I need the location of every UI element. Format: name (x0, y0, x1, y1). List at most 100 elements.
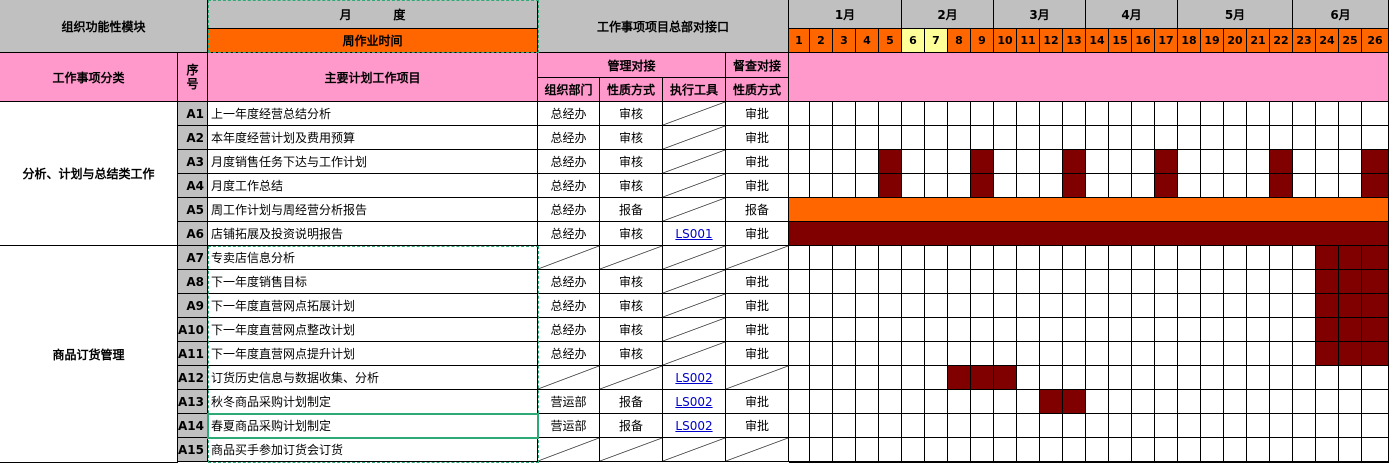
row-nature[interactable]: 报备 (600, 198, 663, 222)
gantt-cell[interactable] (994, 318, 1017, 342)
row-dept[interactable]: 总经办 (538, 174, 600, 198)
gantt-cell[interactable] (810, 102, 833, 126)
gantt-cell[interactable] (925, 246, 948, 270)
gantt-cell[interactable] (1132, 366, 1155, 390)
gantt-cell[interactable] (1155, 270, 1178, 294)
gantt-cell[interactable] (789, 342, 810, 366)
gantt-cell[interactable] (1201, 414, 1224, 438)
gantt-block[interactable] (1155, 150, 1178, 174)
gantt-cell[interactable] (1086, 150, 1109, 174)
gantt-cell[interactable] (789, 390, 810, 414)
gantt-cell[interactable] (789, 126, 810, 150)
gantt-block[interactable] (971, 366, 994, 390)
module-header[interactable]: 组织功能性模块 (0, 0, 208, 53)
gantt-block[interactable] (1339, 294, 1362, 318)
week-8-header[interactable]: 8 (948, 29, 971, 53)
week-17-header[interactable]: 17 (1155, 29, 1178, 53)
row-item[interactable]: 商品买手参加订货会订货 (208, 438, 538, 462)
gantt-cell[interactable] (1063, 270, 1086, 294)
tool-link[interactable]: LS002 (675, 371, 712, 385)
gantt-cell[interactable] (1293, 246, 1316, 270)
gantt-cell[interactable] (1017, 174, 1040, 198)
week-7-header[interactable]: 7 (925, 29, 948, 53)
gantt-cell[interactable] (1247, 366, 1270, 390)
gantt-cell[interactable] (948, 102, 971, 126)
gantt-cell[interactable] (971, 390, 994, 414)
row-dept[interactable]: 总经办 (538, 222, 600, 246)
gantt-cell[interactable] (1362, 390, 1389, 414)
gantt-cell[interactable] (1040, 318, 1063, 342)
gantt-cell[interactable] (971, 414, 994, 438)
gantt-cell[interactable] (1155, 366, 1178, 390)
gantt-cell[interactable] (1178, 150, 1201, 174)
management-header[interactable]: 管理对接 (538, 53, 726, 78)
gantt-block[interactable] (1270, 174, 1293, 198)
gantt-cell[interactable] (1201, 150, 1224, 174)
gantt-cell[interactable] (1339, 390, 1362, 414)
gantt-cell[interactable] (1086, 126, 1109, 150)
row-dept[interactable]: 总经办 (538, 150, 600, 174)
week-6-header[interactable]: 6 (902, 29, 925, 53)
gantt-block[interactable] (1063, 150, 1086, 174)
gantt-block[interactable] (1362, 246, 1389, 270)
gantt-cell[interactable] (994, 438, 1017, 462)
gantt-cell[interactable] (994, 294, 1017, 318)
row-item[interactable]: 下一年度直营网点提升计划 (208, 342, 538, 366)
gantt-cell[interactable] (1316, 414, 1339, 438)
row-audit[interactable]: 审批 (726, 126, 789, 150)
row-dept[interactable]: 总经办 (538, 126, 600, 150)
gantt-cell[interactable] (902, 174, 925, 198)
row-audit[interactable]: 审批 (726, 390, 789, 414)
gantt-cell[interactable] (902, 102, 925, 126)
week-24-header[interactable]: 24 (1316, 29, 1339, 53)
gantt-cell[interactable] (1362, 414, 1389, 438)
gantt-cell[interactable] (1339, 174, 1362, 198)
gantt-cell[interactable] (1201, 390, 1224, 414)
gantt-cell[interactable] (971, 102, 994, 126)
month-2-header[interactable]: 2月 (902, 0, 994, 29)
row-seq[interactable]: A4 (178, 174, 208, 198)
row-tool[interactable] (663, 198, 726, 222)
row-nature[interactable]: 审核 (600, 270, 663, 294)
gantt-cell[interactable] (1270, 102, 1293, 126)
row-item[interactable]: 月度销售任务下达与工作计划 (208, 150, 538, 174)
gantt-cell[interactable] (925, 438, 948, 462)
gantt-cell[interactable] (810, 174, 833, 198)
row-tool[interactable]: LS001 (663, 222, 726, 246)
row-tool[interactable] (663, 150, 726, 174)
gantt-cell[interactable] (971, 438, 994, 462)
gantt-cell[interactable] (1040, 246, 1063, 270)
gantt-cell[interactable] (902, 126, 925, 150)
gantt-cell[interactable] (789, 294, 810, 318)
gantt-cell[interactable] (1201, 102, 1224, 126)
gantt-cell[interactable] (1132, 126, 1155, 150)
row-item[interactable]: 下一年度直营网点拓展计划 (208, 294, 538, 318)
gantt-cell[interactable] (925, 102, 948, 126)
gantt-cell[interactable] (994, 246, 1017, 270)
gantt-cell[interactable] (1316, 174, 1339, 198)
tool-column-header[interactable]: 执行工具 (663, 78, 726, 102)
gantt-cell[interactable] (856, 246, 879, 270)
row-nature[interactable]: 审核 (600, 150, 663, 174)
gantt-cell[interactable] (879, 366, 902, 390)
week-9-header[interactable]: 9 (971, 29, 994, 53)
gantt-cell[interactable] (1293, 438, 1316, 462)
gantt-cell[interactable] (994, 390, 1017, 414)
gantt-cell[interactable] (1086, 294, 1109, 318)
gantt-cell[interactable] (1270, 342, 1293, 366)
gantt-cell[interactable] (1017, 342, 1040, 366)
gantt-cell[interactable] (994, 270, 1017, 294)
gantt-cell[interactable] (1155, 390, 1178, 414)
gantt-cell[interactable] (810, 390, 833, 414)
gantt-cell[interactable] (789, 102, 810, 126)
row-dept[interactable]: 总经办 (538, 294, 600, 318)
gantt-block[interactable] (1040, 390, 1063, 414)
gantt-cell[interactable] (1201, 270, 1224, 294)
gantt-cell[interactable] (789, 366, 810, 390)
row-audit[interactable]: 审批 (726, 318, 789, 342)
gantt-cell[interactable] (902, 150, 925, 174)
gantt-cell[interactable] (1178, 126, 1201, 150)
gantt-cell[interactable] (1040, 414, 1063, 438)
row-seq[interactable]: A8 (178, 270, 208, 294)
gantt-cell[interactable] (1040, 150, 1063, 174)
